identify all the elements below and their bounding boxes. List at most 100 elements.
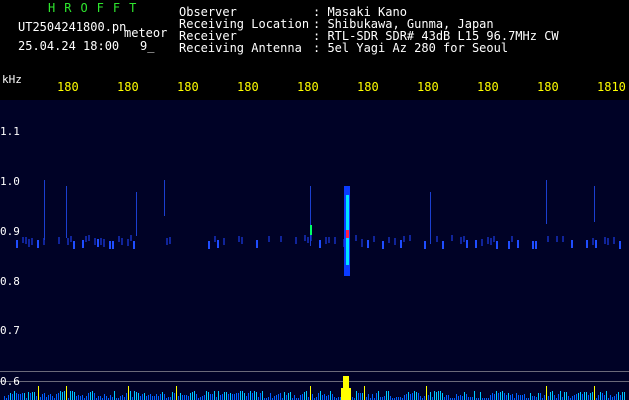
baseline-peak: [364, 386, 365, 400]
noise-speck: [490, 238, 492, 245]
baseline-tick: [50, 394, 51, 400]
noise-speck: [382, 241, 384, 249]
baseline-tick: [320, 391, 321, 400]
meteor-trace-green: [310, 225, 312, 235]
baseline-tick: [572, 396, 573, 400]
baseline-tick: [4, 396, 5, 400]
noise-speck: [217, 240, 219, 248]
noise-speck: [394, 238, 396, 245]
baseline-tick: [56, 394, 57, 400]
noise-speck: [442, 241, 444, 249]
baseline-tick: [548, 396, 549, 400]
baseline-tick: [302, 394, 303, 400]
noise-speck: [88, 235, 90, 241]
baseline-tick: [530, 393, 531, 400]
noise-speck: [268, 236, 270, 242]
baseline-tick: [78, 395, 79, 400]
noise-speck: [241, 237, 243, 244]
baseline-tick: [508, 393, 509, 400]
baseline-tick: [42, 394, 43, 400]
baseline-tick: [332, 394, 333, 400]
noise-speck: [592, 238, 594, 245]
noise-speck: [436, 236, 438, 242]
baseline-tick: [490, 395, 491, 400]
baseline-tick: [80, 396, 81, 400]
baseline-tick: [544, 395, 545, 400]
baseline-tick: [602, 393, 603, 400]
baseline-tick: [424, 396, 425, 400]
baseline-tick: [164, 394, 165, 400]
noise-speck: [424, 241, 426, 249]
noise-speck: [586, 240, 588, 248]
baseline-tick: [226, 392, 227, 400]
baseline-tick: [512, 394, 513, 400]
baseline-tick: [14, 391, 15, 400]
count-value: 9_: [140, 39, 155, 53]
baseline-tick: [418, 393, 419, 400]
baseline-tick: [230, 393, 231, 400]
baseline-tick: [126, 393, 127, 400]
x-tick: 180: [477, 80, 499, 94]
noise-speck: [562, 236, 564, 242]
baseline-tick: [120, 396, 121, 400]
baseline-tick: [94, 393, 95, 400]
noise-speck: [496, 241, 498, 249]
x-tick: 1810: [597, 80, 626, 94]
noise-speck: [334, 237, 336, 244]
x-tick: 180: [297, 80, 319, 94]
baseline-tick: [412, 393, 413, 400]
baseline-tick: [160, 394, 161, 400]
baseline-tick: [408, 392, 409, 400]
baseline-tick: [578, 393, 579, 400]
baseline-tick: [618, 392, 619, 400]
noise-speck: [304, 235, 306, 241]
baseline-tick: [22, 393, 23, 400]
meteor-streak-peak: [346, 230, 349, 238]
x-tick: 180: [357, 80, 379, 94]
baseline-tick: [496, 391, 497, 400]
signal-trace: [66, 186, 67, 238]
baseline-tick: [192, 392, 193, 400]
baseline-tick: [586, 392, 587, 400]
baseline-tick: [464, 392, 465, 400]
baseline-tick: [74, 392, 75, 400]
baseline-tick: [260, 393, 261, 400]
baseline-tick: [386, 391, 387, 400]
baseline-tick: [98, 396, 99, 400]
noise-speck: [31, 238, 33, 245]
baseline-tick: [24, 393, 25, 400]
baseline-tick: [8, 395, 9, 400]
baseline-tick: [88, 393, 89, 400]
baseline-tick: [524, 394, 525, 400]
baseline-tick: [196, 394, 197, 400]
baseline-tick: [62, 392, 63, 400]
signal-trace: [594, 186, 595, 222]
noise-speck: [223, 238, 225, 245]
baseline-tick: [222, 394, 223, 400]
date-time: 25.04.24 18:00: [18, 39, 120, 53]
baseline-tick: [614, 396, 615, 400]
baseline-tick: [564, 392, 565, 400]
logo-text: HROFFT: [48, 1, 146, 15]
baseline-tick: [372, 394, 373, 400]
baseline-tick: [18, 394, 19, 400]
baseline-tick: [410, 394, 411, 400]
baseline-tick: [458, 396, 459, 400]
noise-speck: [517, 240, 519, 248]
baseline-tick: [194, 391, 195, 400]
baseline-tick: [384, 396, 385, 400]
baseline-tick: [588, 395, 589, 400]
baseline-tick: [604, 395, 605, 400]
noise-speck: [508, 241, 510, 249]
noise-speck: [67, 238, 69, 245]
baseline-tick: [104, 394, 105, 400]
baseline-tick: [48, 395, 49, 400]
noise-speck: [367, 240, 369, 248]
noise-speck: [451, 235, 453, 241]
noise-speck: [85, 236, 87, 242]
baseline-tick: [474, 391, 475, 400]
baseline-tick: [36, 396, 37, 400]
noise-speck: [133, 241, 135, 249]
baseline-peak: [66, 386, 67, 400]
baseline-tick: [518, 395, 519, 400]
